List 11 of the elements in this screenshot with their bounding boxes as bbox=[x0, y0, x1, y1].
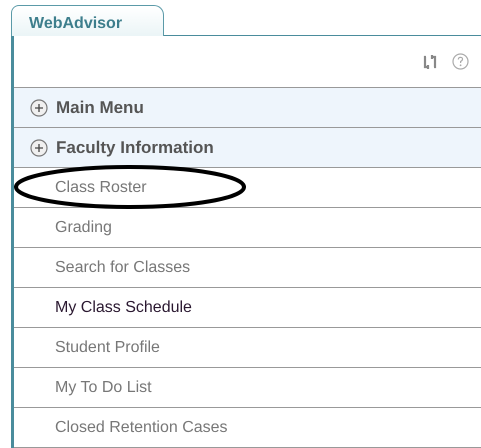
webadvisor-tab[interactable]: WebAdvisor bbox=[11, 5, 164, 36]
menu-link[interactable]: Grading bbox=[55, 216, 112, 240]
menu-link[interactable]: Student Profile bbox=[55, 336, 160, 360]
expand-icon[interactable] bbox=[30, 138, 48, 156]
menu-link[interactable]: My To Do List bbox=[55, 376, 152, 400]
menu-link[interactable]: My Class Schedule bbox=[55, 296, 192, 320]
menu-link[interactable]: Search for Classes bbox=[55, 256, 190, 280]
expand-icon[interactable] bbox=[30, 98, 48, 116]
menu-link[interactable]: Closed Retention Cases bbox=[55, 416, 228, 440]
menu-section[interactable]: Main Menu bbox=[14, 88, 481, 128]
menu-section[interactable]: Faculty Information bbox=[14, 128, 481, 168]
